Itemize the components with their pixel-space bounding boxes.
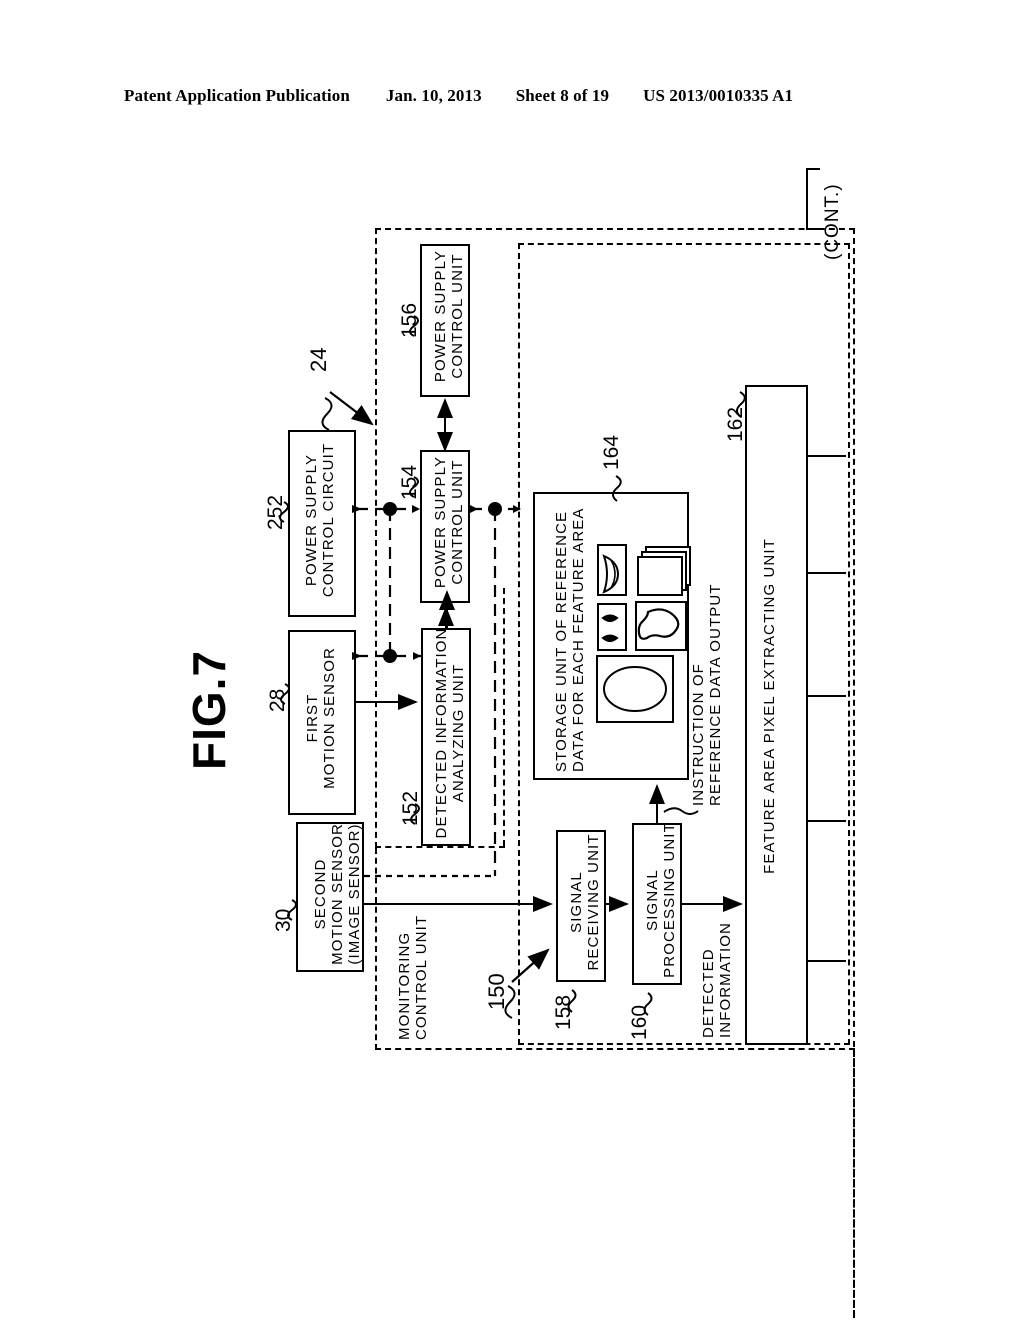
- figure-label: FIG.7: [183, 649, 235, 770]
- detected-information-analyzing-unit-label: DETECTED INFORMATION ANALYZING UNIT: [433, 627, 467, 839]
- patent-figure-page: Patent Application Publication Jan. 10, 2…: [0, 0, 1024, 1320]
- header-docnum: US 2013/0010335 A1: [643, 86, 794, 105]
- ref-150: 150: [484, 973, 509, 1010]
- first-motion-sensor-label: FIRST MOTION SENSOR: [304, 647, 338, 789]
- detected-information-label: DETECTED INFORMATION: [700, 922, 735, 1038]
- face-oval-icon-frame: [596, 655, 674, 723]
- mouth-icon-frame: [597, 544, 627, 596]
- ref-158: 158: [552, 994, 575, 1030]
- ref-252: 252: [264, 494, 287, 530]
- page-header: Patent Application Publication Jan. 10, 2…: [0, 86, 1024, 106]
- storage-unit-label: STORAGE UNIT OF REFERENCE DATA FOR EACH …: [553, 507, 587, 772]
- monitoring-control-unit-label: MONITORING CONTROL UNIT: [396, 914, 431, 1040]
- power-supply-control-unit-156-label: POWER SUPPLY CONTROL UNIT: [432, 249, 466, 383]
- nose-icon-frame: [635, 601, 687, 651]
- feature-area-pixel-extracting-unit-label: FEATURE AREA PIXEL EXTRACTING UNIT: [761, 538, 778, 874]
- ref-24: 24: [306, 347, 331, 372]
- power-supply-control-circuit-label: POWER SUPPLY CONTROL CIRCUIT: [303, 442, 337, 598]
- header-sheet: Sheet 8 of 19: [515, 86, 610, 105]
- ref-28: 28: [266, 688, 289, 712]
- connection-lines: [321, 391, 743, 1019]
- power-supply-control-unit-154-label: POWER SUPPLY CONTROL UNIT: [432, 455, 466, 589]
- header-date: Jan. 10, 2013: [385, 86, 482, 105]
- ref-152: 152: [399, 790, 422, 826]
- second-motion-sensor-label: SECOND MOTION SENSOR (IMAGE SENSOR): [312, 823, 363, 965]
- signal-receiving-unit-label: SIGNAL RECEIVING UNIT: [568, 833, 602, 971]
- ref-156: 156: [398, 302, 421, 338]
- instruction-reference-data-output-label: INSTRUCTION OF REFERENCE DATA OUTPUT: [690, 583, 725, 806]
- ref-30: 30: [272, 908, 295, 932]
- ref-162: 162: [724, 406, 747, 442]
- signal-processing-unit-label: SIGNAL PROCESSING UNIT: [644, 822, 678, 978]
- eyes-icon-frame: [597, 603, 627, 651]
- ref-154: 154: [398, 464, 421, 500]
- card-stack-icon: [637, 546, 691, 596]
- ref-164: 164: [600, 434, 623, 470]
- ref-160: 160: [628, 1004, 651, 1040]
- header-publication: Patent Application Publication: [124, 86, 350, 105]
